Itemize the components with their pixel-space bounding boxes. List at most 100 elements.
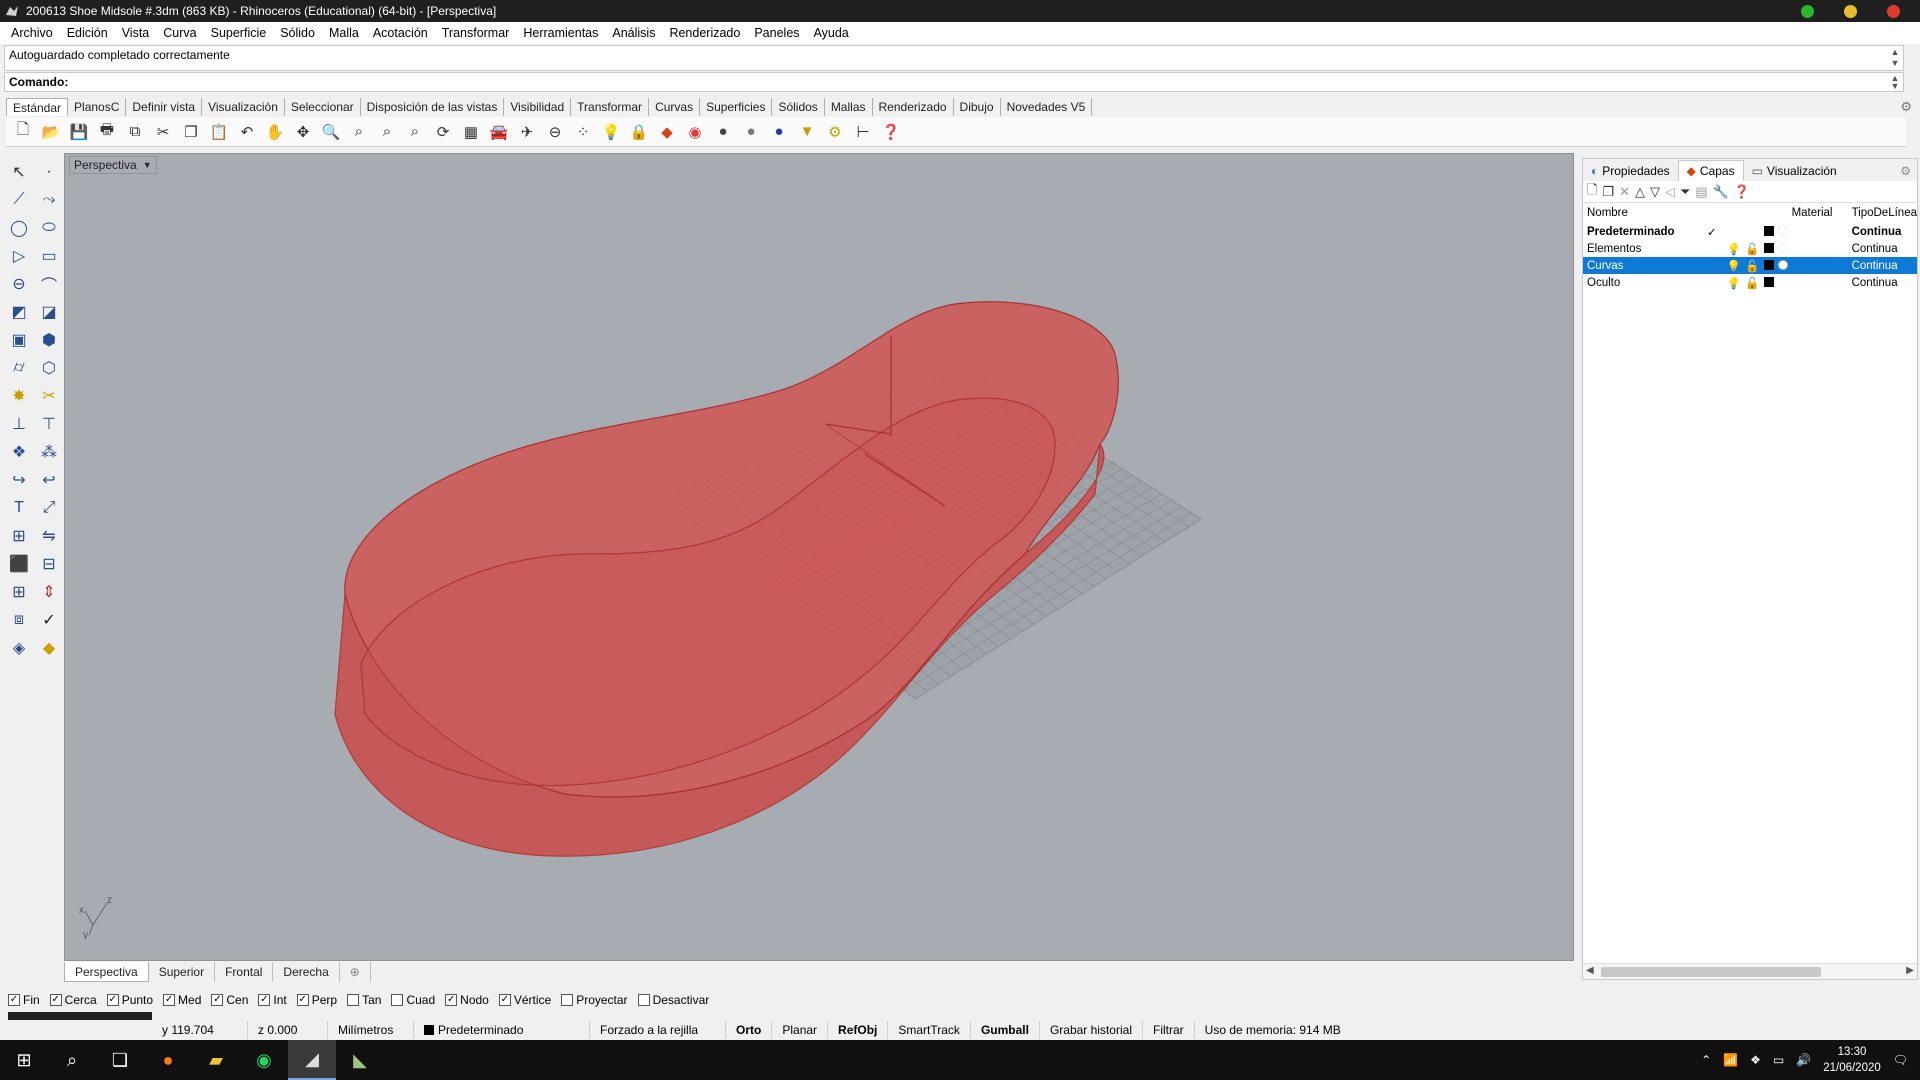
osnap-nodo[interactable]: ✓ Nodo (445, 993, 489, 1007)
file-explorer-icon[interactable]: ▰ (192, 1040, 240, 1080)
menu-analisis[interactable]: Análisis (605, 26, 662, 40)
osnap-checkbox[interactable]: ✓ (49, 994, 62, 1006)
osnap-cuad[interactable]: Cuad (391, 993, 435, 1007)
new-layer-icon[interactable]: 🗋 (1587, 181, 1597, 203)
tab-dibujo[interactable]: Dibujo (954, 98, 1001, 116)
move-out-icon[interactable]: ◁ (1665, 184, 1675, 200)
layer-states-icon[interactable]: ▤ (1695, 184, 1707, 200)
rotate-view-icon[interactable]: ⟳ (432, 121, 454, 143)
tray-expand-icon[interactable]: ⌃ (1701, 1053, 1711, 1067)
layer-help-icon[interactable]: ❓ (1734, 184, 1750, 200)
filter-layers-icon[interactable]: ⏷ (1680, 184, 1690, 200)
osnap-cerca[interactable]: ✓ Cerca (49, 993, 97, 1007)
help-icon[interactable]: ❓ (880, 121, 902, 143)
menu-herramientas[interactable]: Herramientas (516, 26, 605, 40)
viewport-title[interactable]: Perspectiva ▼ (69, 156, 157, 174)
select-points-icon[interactable]: ⁘ (572, 121, 594, 143)
visibility-bulb-icon[interactable]: 💡 (1723, 240, 1741, 257)
print-icon[interactable]: 🖶 (96, 121, 118, 143)
unlock-icon[interactable]: 🔓 (1741, 257, 1760, 274)
osnap-checkbox[interactable]: ✓ (211, 994, 224, 1006)
layer-material-icon[interactable] (1777, 243, 1788, 254)
viewport-tab-derecha[interactable]: Derecha (273, 962, 340, 982)
ellipse-icon[interactable]: ⬭ (36, 215, 62, 240)
viewport-scene[interactable] (65, 154, 1574, 961)
zoom-selected-icon[interactable]: ⌕ (404, 121, 426, 143)
mirror-icon[interactable]: ⇋ (36, 523, 62, 548)
osnap-fin[interactable]: ✓ Fin (8, 993, 40, 1007)
layer-color-swatch[interactable] (1763, 260, 1774, 271)
text-icon[interactable]: T (6, 495, 32, 520)
maximize-button[interactable] (1844, 4, 1857, 18)
tab-planosc[interactable]: PlanosC (68, 98, 127, 116)
grid-array-icon[interactable]: ⊞ (6, 579, 32, 604)
check-icon[interactable]: ✓ (36, 607, 62, 632)
shoe-midsole-shape[interactable] (334, 301, 1119, 857)
rectangle-icon[interactable]: ▭ (36, 243, 62, 268)
task-view-icon[interactable]: ❏ (96, 1040, 144, 1080)
dimension-left-icon[interactable]: ⊟ (36, 551, 62, 576)
light-bulb-icon[interactable]: 💡 (600, 121, 622, 143)
status-ortho[interactable]: Orto (726, 1021, 773, 1039)
select-arrow-icon[interactable]: ↖ (6, 159, 32, 184)
history-scroll-icon[interactable]: ▲ ▼ (1889, 47, 1901, 69)
polygon-icon[interactable]: ▷ (6, 243, 32, 268)
group-icon[interactable]: ❖ (6, 439, 32, 464)
unlock-icon[interactable]: 🔓 (1741, 240, 1759, 257)
cplane-icon[interactable]: ⊖ (544, 121, 566, 143)
tab-solidos[interactable]: Sólidos (772, 98, 825, 116)
car-icon[interactable]: 🚘 (488, 121, 510, 143)
windows-start-icon[interactable]: ⊞ (0, 1040, 48, 1080)
menu-solido[interactable]: Sólido (273, 26, 322, 40)
lock-icon[interactable]: 🔒 (628, 121, 650, 143)
layer-color-swatch[interactable] (1763, 243, 1774, 254)
layer-color-swatch[interactable] (1763, 226, 1774, 237)
paste-icon[interactable]: 📋 (208, 121, 230, 143)
tab-transformar[interactable]: Transformar (571, 98, 650, 116)
layer-material-icon[interactable] (1777, 260, 1788, 271)
save-icon[interactable]: 💾 (68, 121, 90, 143)
scale-icon[interactable]: ⤢ (36, 495, 62, 520)
tab-visualizacion[interactable]: Visualización (202, 98, 285, 116)
add-viewport-tab-icon[interactable]: ⊕ (340, 962, 371, 982)
layers-icon[interactable]: ◆ (656, 121, 678, 143)
menu-curva[interactable]: Curva (156, 26, 203, 40)
new-file-icon[interactable]: 🗋 (12, 121, 34, 143)
menu-archivo[interactable]: Archivo (4, 26, 60, 40)
trim-icon[interactable]: ✂ (36, 383, 62, 408)
tab-visualizacion-panel[interactable]: ▭ Visualización (1744, 161, 1845, 181)
tab-mallas[interactable]: Mallas (825, 98, 873, 116)
toolbar-settings-icon[interactable]: ⚙ (1900, 99, 1912, 115)
surface-loft-icon[interactable]: ◪ (36, 299, 62, 324)
tab-seleccionar[interactable]: Seleccionar (285, 98, 361, 116)
export-icon[interactable]: ⧉ (124, 121, 146, 143)
tab-propiedades[interactable]: ◐ Propiedades (1583, 161, 1678, 181)
osnap-checkbox[interactable]: ✓ (445, 994, 458, 1006)
status-current-layer[interactable]: Predeterminado (414, 1021, 590, 1039)
tab-superficies[interactable]: Superficies (700, 98, 773, 116)
menu-superficie[interactable]: Superficie (204, 26, 274, 40)
whatsapp-icon[interactable]: ◉ (240, 1040, 288, 1080)
volume-icon[interactable]: 🔊 (1796, 1053, 1811, 1067)
move-up-icon[interactable]: △ (1635, 184, 1645, 200)
cylinder-icon[interactable]: ⌭ (6, 355, 32, 380)
status-filter[interactable]: Filtrar (1143, 1021, 1195, 1039)
fillet-curve-icon[interactable]: ⌒ (36, 271, 62, 296)
rhino-taskbar-icon[interactable]: ◢ (288, 1040, 336, 1080)
join-icon[interactable]: ⊤ (36, 411, 62, 436)
boolean-icon[interactable]: ⬢ (36, 327, 62, 352)
chamfer-icon[interactable]: ↩ (36, 467, 62, 492)
osnap-med[interactable]: ✓ Med (163, 993, 201, 1007)
viewport-tab-superior[interactable]: Superior (149, 962, 216, 982)
layer-row-elementos[interactable]: Elementos 💡 🔓 Continua (1583, 240, 1917, 257)
osnap-punto[interactable]: ✓ Punto (106, 993, 153, 1007)
minimize-button[interactable] (1801, 4, 1814, 18)
osnap-proyectar[interactable]: Proyectar (561, 993, 628, 1007)
zoom-icon[interactable]: 🔍 (320, 121, 342, 143)
mesh-icon[interactable]: ⬡ (36, 355, 62, 380)
menu-transformar[interactable]: Transformar (435, 26, 517, 40)
osnap-checkbox[interactable] (561, 994, 574, 1006)
search-icon[interactable]: ⌕ (48, 1040, 96, 1080)
osnap-checkbox[interactable] (637, 994, 650, 1006)
column-tipodelinea[interactable]: TipoDeLínea (1848, 203, 1917, 223)
